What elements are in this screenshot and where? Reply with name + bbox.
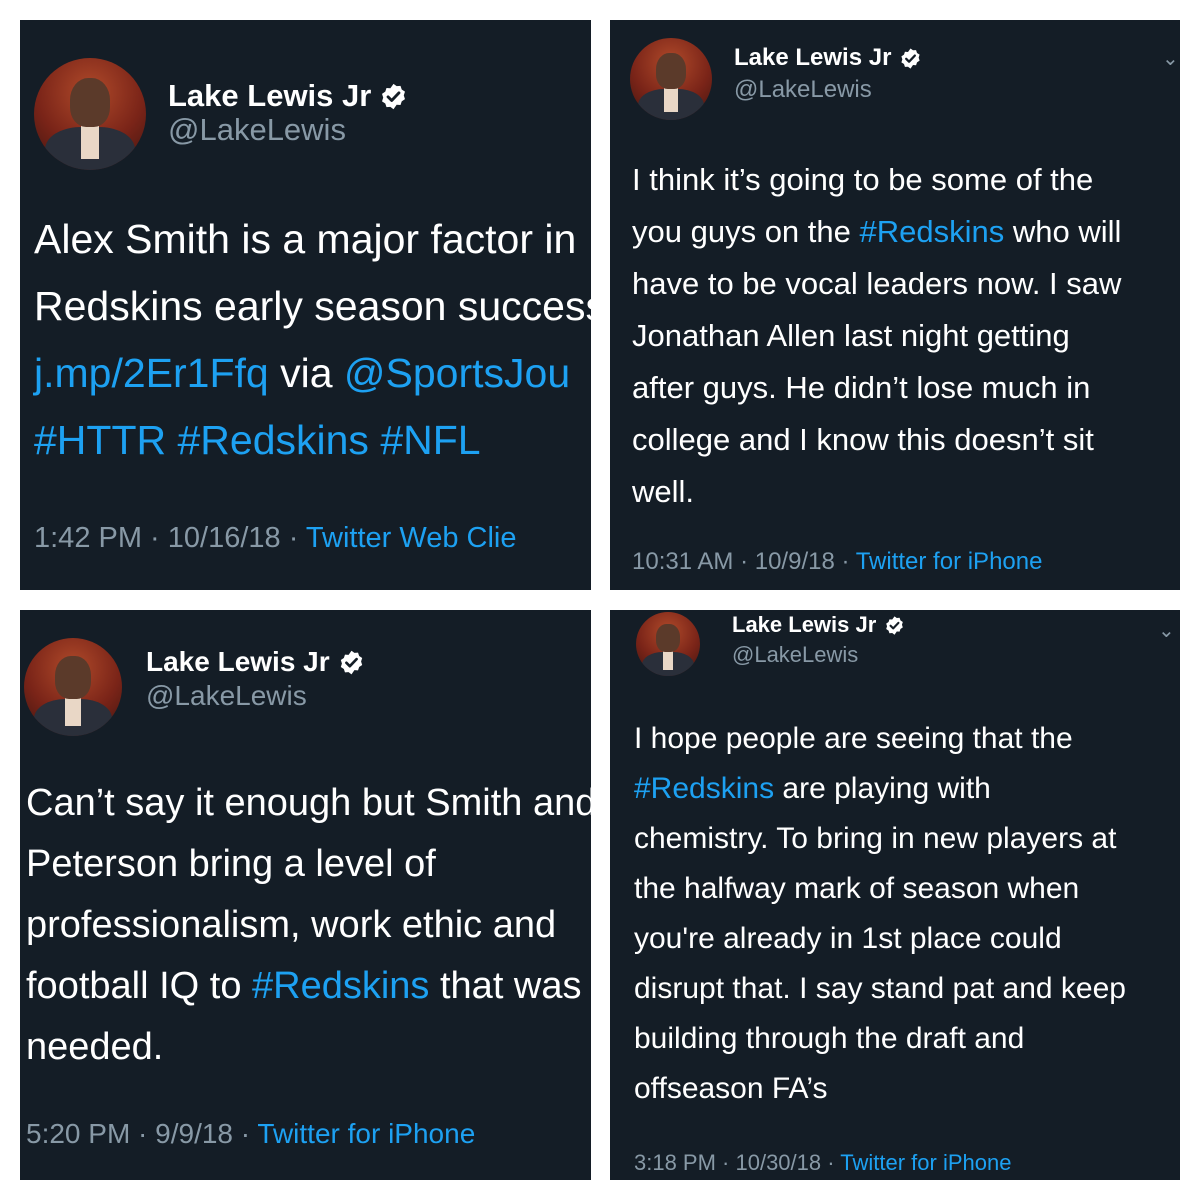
tweet-meta: 10:31 AM · 10/9/18 · Twitter for iPhone	[632, 548, 1042, 576]
author-handle[interactable]: @LakeLewis	[732, 642, 858, 668]
author-name-row[interactable]: Lake Lewis Jr	[732, 612, 905, 638]
tweet-source-link[interactable]: Twitter for iPhone	[856, 548, 1043, 575]
tweet-card-3: Lake Lewis Jr @LakeLewis Can’t say it enou…	[20, 610, 591, 1180]
avatar[interactable]	[34, 58, 146, 170]
tweet-text-segment: the halfway mark of season when	[634, 872, 1080, 905]
tweet-text-line: j.mp/2Er1Ffq via @SportsJou	[34, 350, 570, 397]
tweet-text-line: I hope people are seeing that the	[634, 722, 1073, 756]
tweet-meta: 5:20 PM · 9/9/18 · Twitter for iPhone	[26, 1118, 475, 1150]
tweet-text-line: chemistry. To bring in new players at	[634, 822, 1116, 856]
tweet-source-link[interactable]: Twitter for iPhone	[840, 1150, 1011, 1175]
tweet-text-segment: Can’t say it enough but Smith and	[26, 782, 591, 824]
tweet-source-link[interactable]: Twitter for iPhone	[257, 1118, 475, 1149]
tweet-text-line: Jonathan Allen last night getting	[632, 318, 1070, 354]
tweet-text-line: I think it’s going to be some of the	[632, 162, 1093, 198]
verified-badge-icon	[901, 47, 921, 69]
mention-link[interactable]: @SportsJou	[344, 350, 570, 396]
tweet-text-segment: football IQ to	[26, 965, 253, 1007]
tweet-text-segment: who will	[1004, 214, 1122, 249]
url-link[interactable]: j.mp/2Er1Ffq	[34, 350, 269, 396]
tweet-text-segment: that was	[429, 965, 582, 1007]
author-name[interactable]: Lake Lewis Jr	[734, 44, 891, 72]
tweet-text-line: needed.	[26, 1026, 163, 1069]
tweet-source-link[interactable]: Twitter Web Clie	[306, 522, 517, 554]
tweet-text-segment: college and I know this doesn’t sit	[632, 422, 1094, 457]
author-name[interactable]: Lake Lewis Jr	[732, 612, 876, 638]
author-name-row[interactable]: Lake Lewis Jr	[734, 44, 922, 72]
hashtag-link[interactable]: #Redskins	[252, 965, 429, 1007]
tweet-text-line: #Redskins are playing with	[634, 772, 991, 806]
tweet-text-line: Can’t say it enough but Smith and	[26, 782, 591, 825]
verified-badge-icon	[382, 83, 406, 109]
avatar[interactable]	[24, 638, 122, 736]
author-handle[interactable]: @LakeLewis	[734, 76, 872, 104]
chevron-down-icon[interactable]: ⌄	[1162, 46, 1179, 71]
chevron-down-icon[interactable]: ⌄	[1158, 618, 1175, 643]
author-handle[interactable]: @LakeLewis	[168, 112, 346, 148]
tweet-text-line: the halfway mark of season when	[634, 872, 1079, 906]
tweet-text-segment: are playing with	[774, 772, 991, 805]
tweet-text-segment: offseason FA’s	[634, 1072, 828, 1105]
tweet-card-2: Lake Lewis Jr @LakeLewis ⌄ I think it’s goi…	[610, 20, 1180, 590]
verified-badge-icon	[886, 615, 904, 635]
tweet-text-line: Redskins early season success	[34, 283, 591, 330]
tweet-text-segment: well.	[632, 474, 695, 509]
tweet-text-line: you're already in 1st place could	[634, 922, 1062, 956]
tweet-text-segment: after guys. He didn’t lose much in	[632, 370, 1091, 405]
author-name-row[interactable]: Lake Lewis Jr	[146, 646, 365, 678]
tweet-text-line: offseason FA’s	[634, 1072, 827, 1106]
avatar[interactable]	[630, 38, 712, 120]
tweet-text-segment: Alex Smith is a major factor in	[34, 216, 577, 262]
tweet-text-line: after guys. He didn’t lose much in	[632, 370, 1090, 406]
author-name[interactable]: Lake Lewis Jr	[146, 646, 330, 678]
tweet-text-segment: disrupt that. I say stand pat and keep	[634, 972, 1126, 1005]
tweet-text-line: football IQ to #Redskins that was	[26, 965, 582, 1008]
tweet-timestamp[interactable]: 1:42 PM · 10/16/18 ·	[34, 522, 306, 554]
tweet-text-segment: you guys on the	[632, 214, 860, 249]
tweet-timestamp[interactable]: 5:20 PM · 9/9/18 ·	[26, 1118, 257, 1149]
tweet-timestamp[interactable]: 10:31 AM · 10/9/18 ·	[632, 548, 856, 575]
tweet-text-line: Peterson bring a level of	[26, 843, 436, 886]
tweet-text-segment: chemistry. To bring in new players at	[634, 822, 1117, 855]
tweet-text-line: building through the draft and	[634, 1022, 1024, 1056]
avatar[interactable]	[636, 612, 700, 676]
tweet-meta: 3:18 PM · 10/30/18 · Twitter for iPhone	[634, 1150, 1011, 1176]
tweet-text-segment: via	[268, 350, 344, 396]
tweet-text-segment: I hope people are seeing that the	[634, 722, 1073, 755]
tweet-text-line: have to be vocal leaders now. I saw	[632, 266, 1121, 302]
tweet-text-line: Alex Smith is a major factor in	[34, 216, 576, 263]
hashtag-link[interactable]: #Redskins	[634, 772, 774, 805]
tweet-text-segment: building through the draft and	[634, 1022, 1025, 1055]
tweet-card-1: Lake Lewis Jr @LakeLewis Alex Smith is a m…	[20, 20, 591, 590]
tweet-text-segment: needed.	[26, 1026, 164, 1068]
tweet-text-segment: I think it’s going to be some of the	[632, 162, 1094, 197]
hashtag-link[interactable]: #Redskins	[860, 214, 1005, 249]
tweet-timestamp[interactable]: 3:18 PM · 10/30/18 ·	[634, 1150, 840, 1175]
tweet-text-line: disrupt that. I say stand pat and keep	[634, 972, 1126, 1006]
tweet-text-line: professionalism, work ethic and	[26, 904, 556, 947]
verified-badge-icon	[340, 650, 362, 674]
author-name-row[interactable]: Lake Lewis Jr	[168, 78, 408, 114]
tweet-text-segment: you're already in 1st place could	[634, 922, 1062, 955]
author-name[interactable]: Lake Lewis Jr	[168, 78, 371, 114]
tweet-text-segment: Peterson bring a level of	[26, 843, 436, 885]
tweet-text-line: well.	[632, 474, 694, 510]
tweet-text-line: you guys on the #Redskins who will	[632, 214, 1121, 250]
tweet-text-segment: Jonathan Allen last night getting	[632, 318, 1070, 353]
tweet-text-segment: Redskins early season success	[34, 283, 591, 329]
tweet-meta: 1:42 PM · 10/16/18 · Twitter Web Clie	[34, 522, 516, 555]
hashtag-link[interactable]: #HTTR #Redskins #NFL	[34, 417, 481, 463]
tweet-text-line: #HTTR #Redskins #NFL	[34, 417, 481, 464]
tweet-text-segment: have to be vocal leaders now. I saw	[632, 266, 1122, 301]
author-handle[interactable]: @LakeLewis	[146, 680, 307, 712]
tweet-text-line: college and I know this doesn’t sit	[632, 422, 1094, 458]
tweet-text-segment: professionalism, work ethic and	[26, 904, 557, 946]
tweet-card-4: Lake Lewis Jr @LakeLewis ⌄ I hope people ar…	[610, 610, 1180, 1180]
